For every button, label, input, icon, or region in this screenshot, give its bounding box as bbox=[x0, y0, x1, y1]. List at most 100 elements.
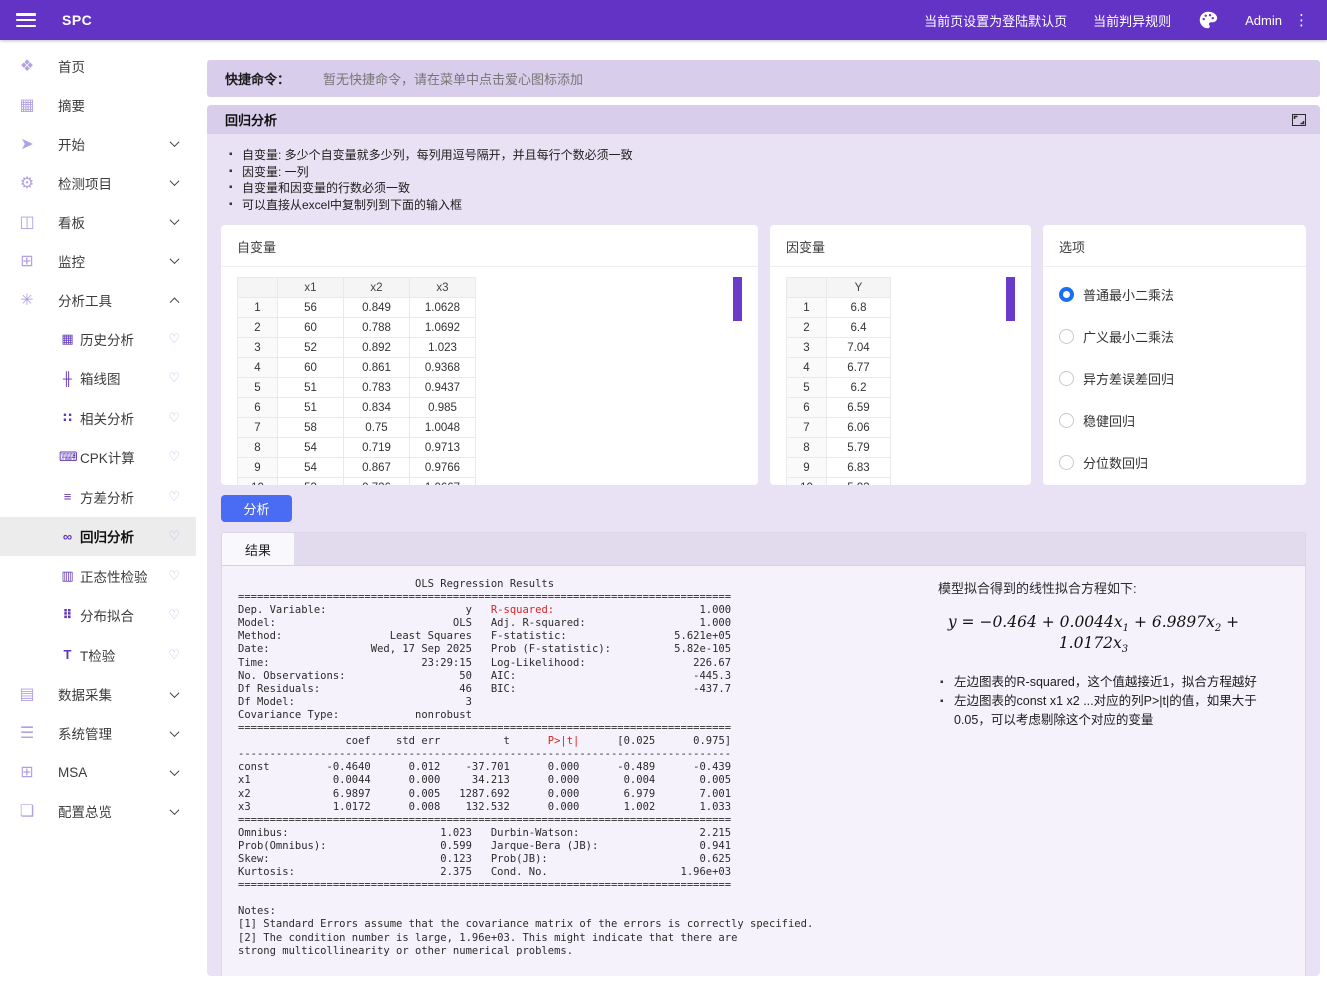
analyze-button[interactable]: 分析 bbox=[221, 495, 292, 522]
table-cell: 53 bbox=[278, 478, 344, 486]
favorite-heart-icon[interactable]: ♡ bbox=[168, 331, 180, 347]
sidebar-item-analysis-tools[interactable]: ✳分析工具 bbox=[0, 280, 196, 319]
radio-icon[interactable] bbox=[1059, 329, 1074, 344]
table-row: 4600.8610.9368 bbox=[238, 358, 476, 378]
sidebar-item-label: 看板 bbox=[58, 212, 171, 232]
option-2[interactable]: 广义最小二乘法 bbox=[1059, 315, 1290, 357]
options-title: 选项 bbox=[1043, 225, 1306, 267]
dependent-variable-table[interactable]: Y16.826.437.0446.7756.266.5976.0685.7996… bbox=[786, 277, 1015, 485]
chevron-down-icon bbox=[170, 766, 180, 776]
regression-method-options: 普通最小二乘法广义最小二乘法异方差误差回归稳健回归分位数回归 bbox=[1043, 267, 1306, 485]
column-header: x2 bbox=[344, 278, 410, 298]
row-index: 6 bbox=[787, 398, 827, 418]
favorite-heart-icon[interactable]: ♡ bbox=[168, 568, 180, 584]
table-row: 96.83 bbox=[787, 458, 891, 478]
vertical-scrollbar[interactable] bbox=[733, 277, 742, 485]
chevron-down-icon bbox=[170, 688, 180, 698]
sidebar-item-dashboard[interactable]: ◫ 看板 bbox=[0, 202, 196, 241]
sidebar-item-normality-test[interactable]: ▥正态性检验♡ bbox=[0, 556, 196, 596]
sidebar-item-msa[interactable]: ⊞MSA bbox=[0, 753, 196, 792]
menu-hamburger-icon[interactable] bbox=[16, 13, 36, 27]
radio-selected-icon[interactable] bbox=[1059, 287, 1074, 302]
vertical-scrollbar[interactable] bbox=[1006, 277, 1015, 485]
sidebar-item-correlation-analysis[interactable]: ∷相关分析♡ bbox=[0, 398, 196, 438]
sidebar-subitem-label: 正态性检验 bbox=[80, 566, 168, 586]
sidebar-item-home[interactable]: ❖首页 bbox=[0, 46, 196, 85]
sidebar-item-box-plot[interactable]: ╫箱线图♡ bbox=[0, 359, 196, 399]
favorite-heart-icon[interactable]: ♡ bbox=[168, 607, 180, 623]
option-5[interactable]: 分位数回归 bbox=[1059, 441, 1290, 483]
favorite-heart-icon[interactable]: ♡ bbox=[168, 528, 180, 544]
sidebar-item-regression-analysis[interactable]: ∞回归分析♡ bbox=[0, 517, 196, 557]
sidebar-item-monitor[interactable]: ⊞监控 bbox=[0, 241, 196, 280]
lines-icon: ≡ bbox=[59, 489, 76, 504]
table-row: 7580.751.0048 bbox=[238, 418, 476, 438]
sidebar-item-config-overview[interactable]: ❏配置总览 bbox=[0, 792, 196, 831]
monitor-icon: ⊞ bbox=[17, 251, 37, 271]
admin-menu-button[interactable]: Admin bbox=[1245, 13, 1282, 28]
sidebar-item-label: 数据采集 bbox=[58, 684, 171, 704]
topbar: SPC 当前页设置为登陆默认页 当前判异规则 Admin ⋮ bbox=[0, 0, 1327, 40]
row-index: 2 bbox=[787, 318, 827, 338]
table-cell: 0.783 bbox=[344, 378, 410, 398]
option-1[interactable]: 普通最小二乘法 bbox=[1059, 273, 1290, 315]
row-index: 10 bbox=[238, 478, 278, 486]
favorite-heart-icon[interactable]: ♡ bbox=[168, 449, 180, 465]
explanation-bullets: 左边图表的R-squared，这个值越接近1，拟合方程越好左边图表的const … bbox=[940, 673, 1289, 730]
sidebar-item-cpk-calculation[interactable]: ⌨CPK计算♡ bbox=[0, 438, 196, 478]
table-row: 85.79 bbox=[787, 438, 891, 458]
sidebar-item-summary[interactable]: ▦摘要 bbox=[0, 85, 196, 124]
option-4[interactable]: 稳健回归 bbox=[1059, 399, 1290, 441]
sidebar-item-start[interactable]: ➤开始 bbox=[0, 124, 196, 163]
favorite-heart-icon[interactable]: ♡ bbox=[168, 370, 180, 386]
tab-results[interactable]: 结果 bbox=[222, 533, 294, 565]
set-default-page-button[interactable]: 当前页设置为登陆默认页 bbox=[924, 11, 1067, 30]
current-rules-button[interactable]: 当前判异规则 bbox=[1093, 11, 1171, 30]
analysis-tools-icon: ✳ bbox=[17, 290, 37, 310]
fullscreen-icon[interactable] bbox=[1292, 114, 1306, 126]
quick-commands-bar: 快捷命令： 暂无快捷命令，请在菜单中点击爱心图标添加 bbox=[207, 60, 1320, 97]
table-cell: 58 bbox=[278, 418, 344, 438]
radio-icon[interactable] bbox=[1059, 413, 1074, 428]
option-3[interactable]: 异方差误差回归 bbox=[1059, 357, 1290, 399]
table-cell: 0.726 bbox=[344, 478, 410, 486]
sidebar-item-t-test[interactable]: TT检验♡ bbox=[0, 635, 196, 675]
sidebar-subitem-label: T检验 bbox=[80, 645, 168, 665]
favorite-heart-icon[interactable]: ♡ bbox=[168, 410, 180, 426]
app-title: SPC bbox=[62, 12, 92, 28]
table-cell: 6.77 bbox=[827, 358, 891, 378]
sidebar-subitem-label: 箱线图 bbox=[80, 368, 168, 388]
table-cell: 56 bbox=[278, 298, 344, 318]
independent-variables-table[interactable]: x1x2x31560.8491.06282600.7881.06923520.8… bbox=[237, 277, 742, 485]
radio-icon[interactable] bbox=[1059, 455, 1074, 470]
sidebar-item-history-analysis[interactable]: ▦历史分析♡ bbox=[0, 319, 196, 359]
table-cell: 0.9766 bbox=[410, 458, 476, 478]
favorite-heart-icon[interactable]: ♡ bbox=[168, 647, 180, 663]
sidebar-item-data-collection[interactable]: ▤数据采集 bbox=[0, 675, 196, 714]
table-row: 8540.7190.9713 bbox=[238, 438, 476, 458]
theme-palette-icon[interactable] bbox=[1197, 9, 1219, 31]
sidebar-item-anova[interactable]: ≡方差分析♡ bbox=[0, 477, 196, 517]
radio-icon[interactable] bbox=[1059, 371, 1074, 386]
sidebar-item-inspection-items[interactable]: ⚙检测项目 bbox=[0, 163, 196, 202]
panel-header: 回归分析 bbox=[207, 105, 1320, 134]
table-row: 5510.7830.9437 bbox=[238, 378, 476, 398]
scatter-icon: ∷ bbox=[59, 410, 76, 426]
row-index: 8 bbox=[787, 438, 827, 458]
kebab-menu-icon[interactable]: ⋮ bbox=[1294, 11, 1309, 29]
sidebar-item-system-management[interactable]: ☰系统管理 bbox=[0, 714, 196, 753]
table-cell: 6.06 bbox=[827, 418, 891, 438]
table-cell: 0.9368 bbox=[410, 358, 476, 378]
row-index: 4 bbox=[787, 358, 827, 378]
table-cell: 6.8 bbox=[827, 298, 891, 318]
table-cell: 6.4 bbox=[827, 318, 891, 338]
dashboard-icon: ◫ bbox=[17, 212, 37, 232]
row-index: 8 bbox=[238, 438, 278, 458]
main-content: 快捷命令： 暂无快捷命令，请在菜单中点击爱心图标添加 回归分析 自变量: 多少个… bbox=[196, 40, 1327, 990]
favorite-heart-icon[interactable]: ♡ bbox=[168, 489, 180, 505]
sidebar-item-distribution-fitting[interactable]: ⠿分布拟合♡ bbox=[0, 596, 196, 636]
infinity-icon: ∞ bbox=[59, 529, 76, 544]
instruction-item: 可以直接从excel中复制列到下面的输入框 bbox=[229, 197, 1306, 214]
table-cell: 51 bbox=[278, 378, 344, 398]
row-index: 3 bbox=[238, 338, 278, 358]
